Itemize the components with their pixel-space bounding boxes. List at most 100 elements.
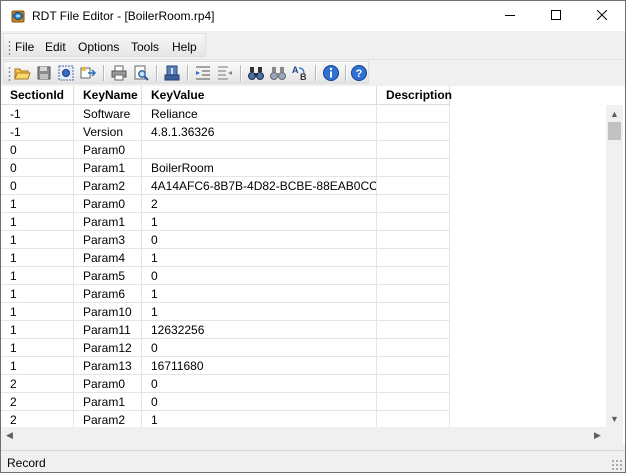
cell-sectionid[interactable]: 2: [1, 393, 74, 411]
scroll-right-icon[interactable]: ▶: [589, 427, 606, 444]
cell-keyname[interactable]: Version: [74, 123, 142, 141]
cell-description[interactable]: [377, 411, 450, 427]
cell-description[interactable]: [377, 123, 450, 141]
import-icon[interactable]: [163, 64, 181, 82]
find-next-icon[interactable]: [269, 64, 287, 82]
cell-sectionid[interactable]: 2: [1, 375, 74, 393]
table-row[interactable]: 2 Param0 0: [1, 375, 450, 393]
scroll-up-icon[interactable]: ▲: [606, 105, 623, 122]
cell-description[interactable]: [377, 357, 450, 375]
cell-description[interactable]: [377, 267, 450, 285]
cell-keyname[interactable]: Param0: [74, 141, 142, 159]
print-icon[interactable]: [110, 64, 128, 82]
cell-keyname[interactable]: Param2: [74, 177, 142, 195]
cell-keyvalue[interactable]: 16711680: [142, 357, 377, 375]
cell-keyvalue[interactable]: 0: [142, 339, 377, 357]
cell-description[interactable]: [377, 105, 450, 123]
cell-sectionid[interactable]: 0: [1, 159, 74, 177]
minimize-button[interactable]: [487, 1, 533, 31]
cell-keyname[interactable]: Param1: [74, 213, 142, 231]
cell-sectionid[interactable]: -1: [1, 105, 74, 123]
cell-sectionid[interactable]: 1: [1, 231, 74, 249]
title-bar[interactable]: RDT File Editor - [BoilerRoom.rp4]: [1, 1, 625, 31]
scroll-left-icon[interactable]: ◀: [1, 427, 18, 444]
table-row[interactable]: 1 Param13 16711680: [1, 357, 450, 375]
table-row[interactable]: 1 Param4 1: [1, 249, 450, 267]
disk-icon[interactable]: [35, 64, 53, 82]
table-row[interactable]: 1 Param10 1: [1, 303, 450, 321]
export-icon[interactable]: [79, 64, 97, 82]
cell-sectionid[interactable]: 1: [1, 321, 74, 339]
find-icon[interactable]: [247, 64, 265, 82]
cell-keyname[interactable]: Param5: [74, 267, 142, 285]
outdent-icon[interactable]: [216, 64, 234, 82]
cell-keyname[interactable]: Param0: [74, 375, 142, 393]
cell-keyname[interactable]: Param1: [74, 393, 142, 411]
cell-description[interactable]: [377, 393, 450, 411]
cell-keyname[interactable]: Software: [74, 105, 142, 123]
cell-keyvalue[interactable]: 2: [142, 195, 377, 213]
cell-keyvalue[interactable]: 1: [142, 249, 377, 267]
cell-description[interactable]: [377, 249, 450, 267]
cell-sectionid[interactable]: 1: [1, 195, 74, 213]
cell-keyvalue[interactable]: 1: [142, 411, 377, 427]
cell-sectionid[interactable]: -1: [1, 123, 74, 141]
print-preview-icon[interactable]: [132, 64, 150, 82]
cell-sectionid[interactable]: 1: [1, 357, 74, 375]
menu-help[interactable]: Help: [172, 40, 197, 54]
cell-description[interactable]: [377, 339, 450, 357]
table-row[interactable]: 1 Param3 0: [1, 231, 450, 249]
column-header-keyvalue[interactable]: KeyValue: [142, 86, 377, 105]
cell-description[interactable]: [377, 231, 450, 249]
app-icon[interactable]: [10, 8, 26, 24]
cell-keyvalue[interactable]: 0: [142, 375, 377, 393]
cell-keyname[interactable]: Param10: [74, 303, 142, 321]
cell-keyvalue[interactable]: Reliance: [142, 105, 377, 123]
menu-tools[interactable]: Tools: [131, 40, 159, 54]
cell-keyname[interactable]: Param3: [74, 231, 142, 249]
table-row[interactable]: 1 Param6 1: [1, 285, 450, 303]
column-header-sectionid[interactable]: SectionId: [1, 86, 74, 105]
column-header-keyname[interactable]: KeyName: [74, 86, 142, 105]
table-row[interactable]: 1 Param1 1: [1, 213, 450, 231]
cell-keyname[interactable]: Param1: [74, 159, 142, 177]
cell-keyvalue[interactable]: 0: [142, 267, 377, 285]
cell-keyvalue[interactable]: 1: [142, 303, 377, 321]
cell-description[interactable]: [377, 159, 450, 177]
cell-keyname[interactable]: Param12: [74, 339, 142, 357]
column-header-description[interactable]: Description: [377, 86, 452, 105]
table-row[interactable]: -1 Version 4.8.1.36326: [1, 123, 450, 141]
cell-sectionid[interactable]: 1: [1, 213, 74, 231]
table-row[interactable]: 0Param24A14AFC6-8B7B-4D82-BCBE-88EAB0CC4…: [1, 177, 450, 195]
table-row[interactable]: 2 Param2 1: [1, 411, 450, 427]
vertical-scroll-thumb[interactable]: [608, 122, 621, 140]
cell-keyvalue[interactable]: 4.8.1.36326: [142, 123, 377, 141]
table-row[interactable]: 1 Param5 0: [1, 267, 450, 285]
table-row[interactable]: 2 Param1 0: [1, 393, 450, 411]
toolbar-grip-icon[interactable]: [8, 66, 11, 81]
table-row[interactable]: 1 Param11 12632256: [1, 321, 450, 339]
cell-keyvalue[interactable]: 1: [142, 285, 377, 303]
cell-sectionid[interactable]: 1: [1, 303, 74, 321]
info-icon[interactable]: [322, 64, 340, 82]
cell-keyname[interactable]: Param11: [74, 321, 142, 339]
cell-description[interactable]: [377, 375, 450, 393]
cell-sectionid[interactable]: 1: [1, 339, 74, 357]
cell-sectionid[interactable]: 2: [1, 411, 74, 427]
maximize-button[interactable]: [533, 1, 579, 31]
cell-keyname[interactable]: Param2: [74, 411, 142, 427]
cell-sectionid[interactable]: 0: [1, 177, 74, 195]
vertical-scrollbar[interactable]: ▲ ▼: [606, 105, 623, 427]
cell-keyname[interactable]: Param6: [74, 285, 142, 303]
horizontal-scrollbar[interactable]: ◀ ▶: [1, 427, 606, 444]
cell-sectionid[interactable]: 1: [1, 285, 74, 303]
menu-grip-icon[interactable]: [8, 40, 11, 55]
cell-sectionid[interactable]: 0: [1, 141, 74, 159]
cell-keyname[interactable]: Param4: [74, 249, 142, 267]
menu-options[interactable]: Options: [78, 40, 119, 54]
cell-description[interactable]: [377, 285, 450, 303]
scroll-down-icon[interactable]: ▼: [606, 410, 623, 427]
table-row[interactable]: 0 Param0: [1, 141, 450, 159]
cell-keyname[interactable]: Param0: [74, 195, 142, 213]
replace-icon[interactable]: AB: [291, 64, 309, 82]
